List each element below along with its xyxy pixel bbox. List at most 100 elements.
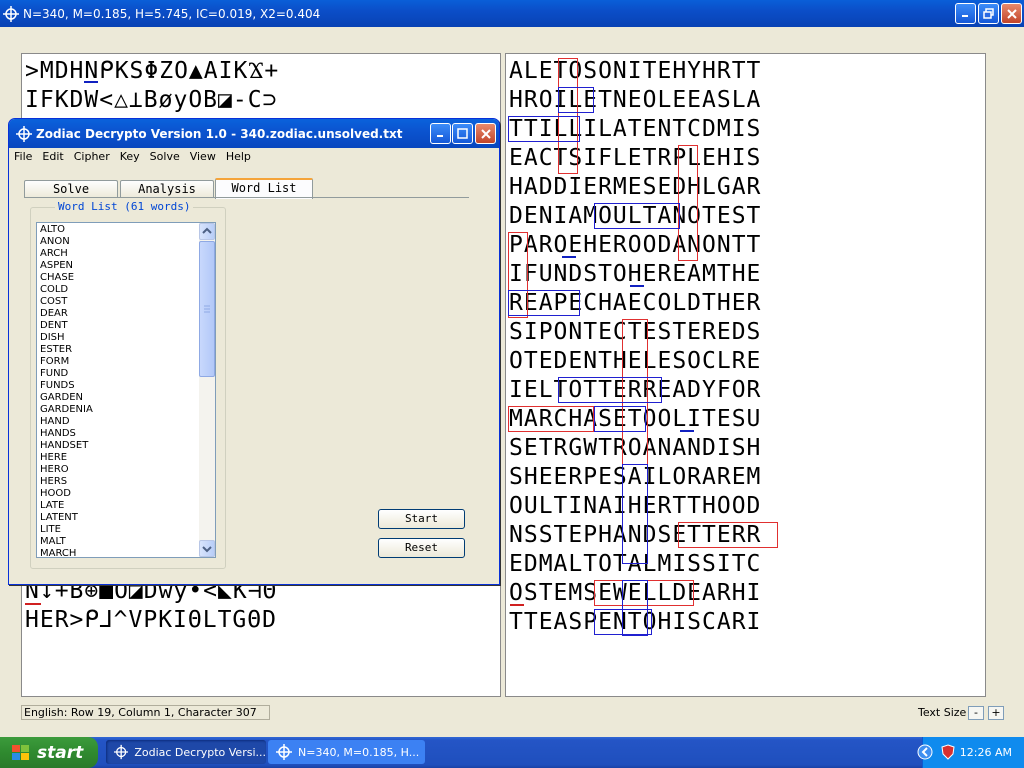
windows-logo-icon [12, 744, 29, 760]
word-list-item[interactable]: FORM [40, 356, 93, 368]
tray-expand-icon[interactable] [917, 744, 933, 760]
word-list-item[interactable]: CHASE [40, 272, 93, 284]
plaintext-panel[interactable]: ALETOSONITEHYHRTT HROILETNEOLEEASLA TTILLI… [505, 53, 986, 697]
taskbar: start Zodiac Decrypto Versi... N=340, M=… [0, 737, 1024, 768]
window-title: N=340, M=0.185, H=5.745, IC=0.019, X2=0.… [23, 6, 321, 21]
menu-file[interactable]: File [9, 148, 37, 166]
crosshair-icon [3, 5, 19, 22]
text-size-decrease-button[interactable]: - [968, 706, 984, 720]
text-size-increase-button[interactable]: + [988, 706, 1004, 720]
menu-bar: File Edit Cipher Key Solve View Help [9, 148, 499, 166]
word-list-item[interactable]: ALTO [40, 224, 93, 236]
word-list-item[interactable]: HAND [40, 416, 93, 428]
word-list-item[interactable]: LATE [40, 500, 93, 512]
plaintext-row: TTEASPENTOHISCARI [509, 609, 762, 635]
word-list-item[interactable]: MARCH [40, 548, 93, 557]
word-list-item[interactable]: DISH [40, 332, 93, 344]
text-size-label: Text Size [918, 706, 967, 719]
cipher-row: >MDHNᑭKSΦZO▲AIKϪ+ [25, 58, 280, 84]
reset-button[interactable]: Reset [378, 538, 465, 558]
word-list-item[interactable]: ESTER [40, 344, 93, 356]
word-list-item[interactable]: HERO [40, 464, 93, 476]
word-list-scrollbar[interactable] [199, 223, 215, 557]
taskbar-item-decrypto[interactable]: Zodiac Decrypto Versi... [106, 740, 266, 764]
security-shield-icon[interactable] [941, 744, 955, 760]
tab-word-list[interactable]: Word List [215, 178, 313, 199]
dialog-title: Zodiac Decrypto Version 1.0 - 340.zodiac… [36, 126, 403, 141]
minimize-button[interactable] [955, 3, 976, 24]
scroll-down-button[interactable] [199, 540, 215, 557]
taskbar-item-main[interactable]: N=340, M=0.185, H... [268, 740, 425, 764]
dialog-maximize-button[interactable] [452, 123, 473, 144]
dialog-close-button[interactable] [475, 123, 496, 144]
plaintext-row: SHEERPESAILORAREM [509, 464, 762, 490]
plaintext-row: ALETOSONITEHYHRTT [509, 58, 762, 84]
restore-icon [983, 8, 994, 19]
menu-help[interactable]: Help [221, 148, 256, 166]
minimize-icon [962, 15, 968, 17]
scroll-thumb[interactable] [199, 241, 215, 377]
word-list-item[interactable]: HOOD [40, 488, 93, 500]
scroll-up-button[interactable] [199, 223, 215, 240]
tab-solve[interactable]: Solve [24, 180, 118, 198]
plaintext-row: MARCHASETOOLITESU [509, 406, 762, 432]
restore-button[interactable] [978, 3, 999, 24]
menu-cipher[interactable]: Cipher [69, 148, 115, 166]
dialog-title-bar[interactable]: Zodiac Decrypto Version 1.0 - 340.zodiac… [9, 119, 499, 148]
word-list-item[interactable]: DEAR [40, 308, 93, 320]
clock: 12:26 AM [959, 746, 1012, 759]
maximize-icon [457, 128, 468, 139]
start-button-taskbar[interactable]: start [0, 737, 98, 768]
cipher-row: IFKDW<△⊥BøyOB◪-C⊃ [25, 87, 278, 113]
menu-edit[interactable]: Edit [37, 148, 68, 166]
tab-analysis[interactable]: Analysis [120, 180, 214, 198]
cursor-underline [25, 603, 41, 605]
letter-underline [630, 285, 644, 287]
menu-view[interactable]: View [185, 148, 221, 166]
word-list-item[interactable]: ANON [40, 236, 93, 248]
dialog-minimize-button[interactable] [430, 123, 451, 144]
word-list-item[interactable]: MALT [40, 536, 93, 548]
word-list-item[interactable]: HERS [40, 476, 93, 488]
plaintext-row: PAROEHEROODANONTT [509, 232, 762, 258]
taskbar-item-label: Zodiac Decrypto Versi... [134, 745, 266, 759]
word-list-item[interactable]: COST [40, 296, 93, 308]
chevron-down-icon [202, 546, 212, 553]
word-list-item[interactable]: ARCH [40, 248, 93, 260]
start-button[interactable]: Start [378, 509, 465, 529]
word-list-box[interactable]: ALTO ANON ARCH ASPEN CHASE COLD COST DEAR DENT DI… [36, 222, 216, 558]
menu-key[interactable]: Key [115, 148, 145, 166]
word-list-item[interactable]: LITE [40, 524, 93, 536]
letter-underline [680, 430, 694, 432]
plaintext-row: HROILETNEOLEEASLA [509, 87, 762, 113]
word-list-item[interactable]: HANDS [40, 428, 93, 440]
plaintext-row: DENIAMOULTANOTEST [509, 203, 762, 229]
main-title-bar[interactable]: N=340, M=0.185, H=5.745, IC=0.019, X2=0.… [0, 0, 1024, 27]
crosshair-icon [114, 744, 129, 760]
plaintext-row: SETRGWTROANANDISH [509, 435, 762, 461]
close-button[interactable] [1001, 3, 1022, 24]
plaintext-row: IELTOTTERREADYFOR [509, 377, 762, 403]
zodiac-decrypto-dialog[interactable]: Zodiac Decrypto Version 1.0 - 340.zodiac… [8, 118, 500, 585]
taskbar-item-label: N=340, M=0.185, H... [298, 745, 420, 759]
grip-icon [204, 305, 210, 313]
word-list-item[interactable]: FUND [40, 368, 93, 380]
word-list-item[interactable]: ASPEN [40, 260, 93, 272]
chevron-up-icon [202, 227, 212, 234]
word-list-item[interactable]: HANDSET [40, 440, 93, 452]
word-list-item[interactable]: COLD [40, 284, 93, 296]
tab-divider [24, 197, 469, 198]
plaintext-row: EACTSIFLETRPLEHIS [509, 145, 762, 171]
minimize-icon [437, 135, 443, 137]
plaintext-row: SIPONTECTESTEREDS [509, 319, 762, 345]
plaintext-row: OULTINAIHERTTHOOD [509, 493, 762, 519]
word-list-item[interactable]: LATENT [40, 512, 93, 524]
word-list-item[interactable]: HERE [40, 452, 93, 464]
word-list-item[interactable]: DENT [40, 320, 93, 332]
crosshair-icon [276, 744, 292, 760]
word-list-item[interactable]: GARDEN [40, 392, 93, 404]
menu-solve[interactable]: Solve [145, 148, 185, 166]
word-list-item[interactable]: GARDENIA [40, 404, 93, 416]
word-list-group-label: Word List (61 words) [55, 200, 194, 213]
word-list-item[interactable]: FUNDS [40, 380, 93, 392]
